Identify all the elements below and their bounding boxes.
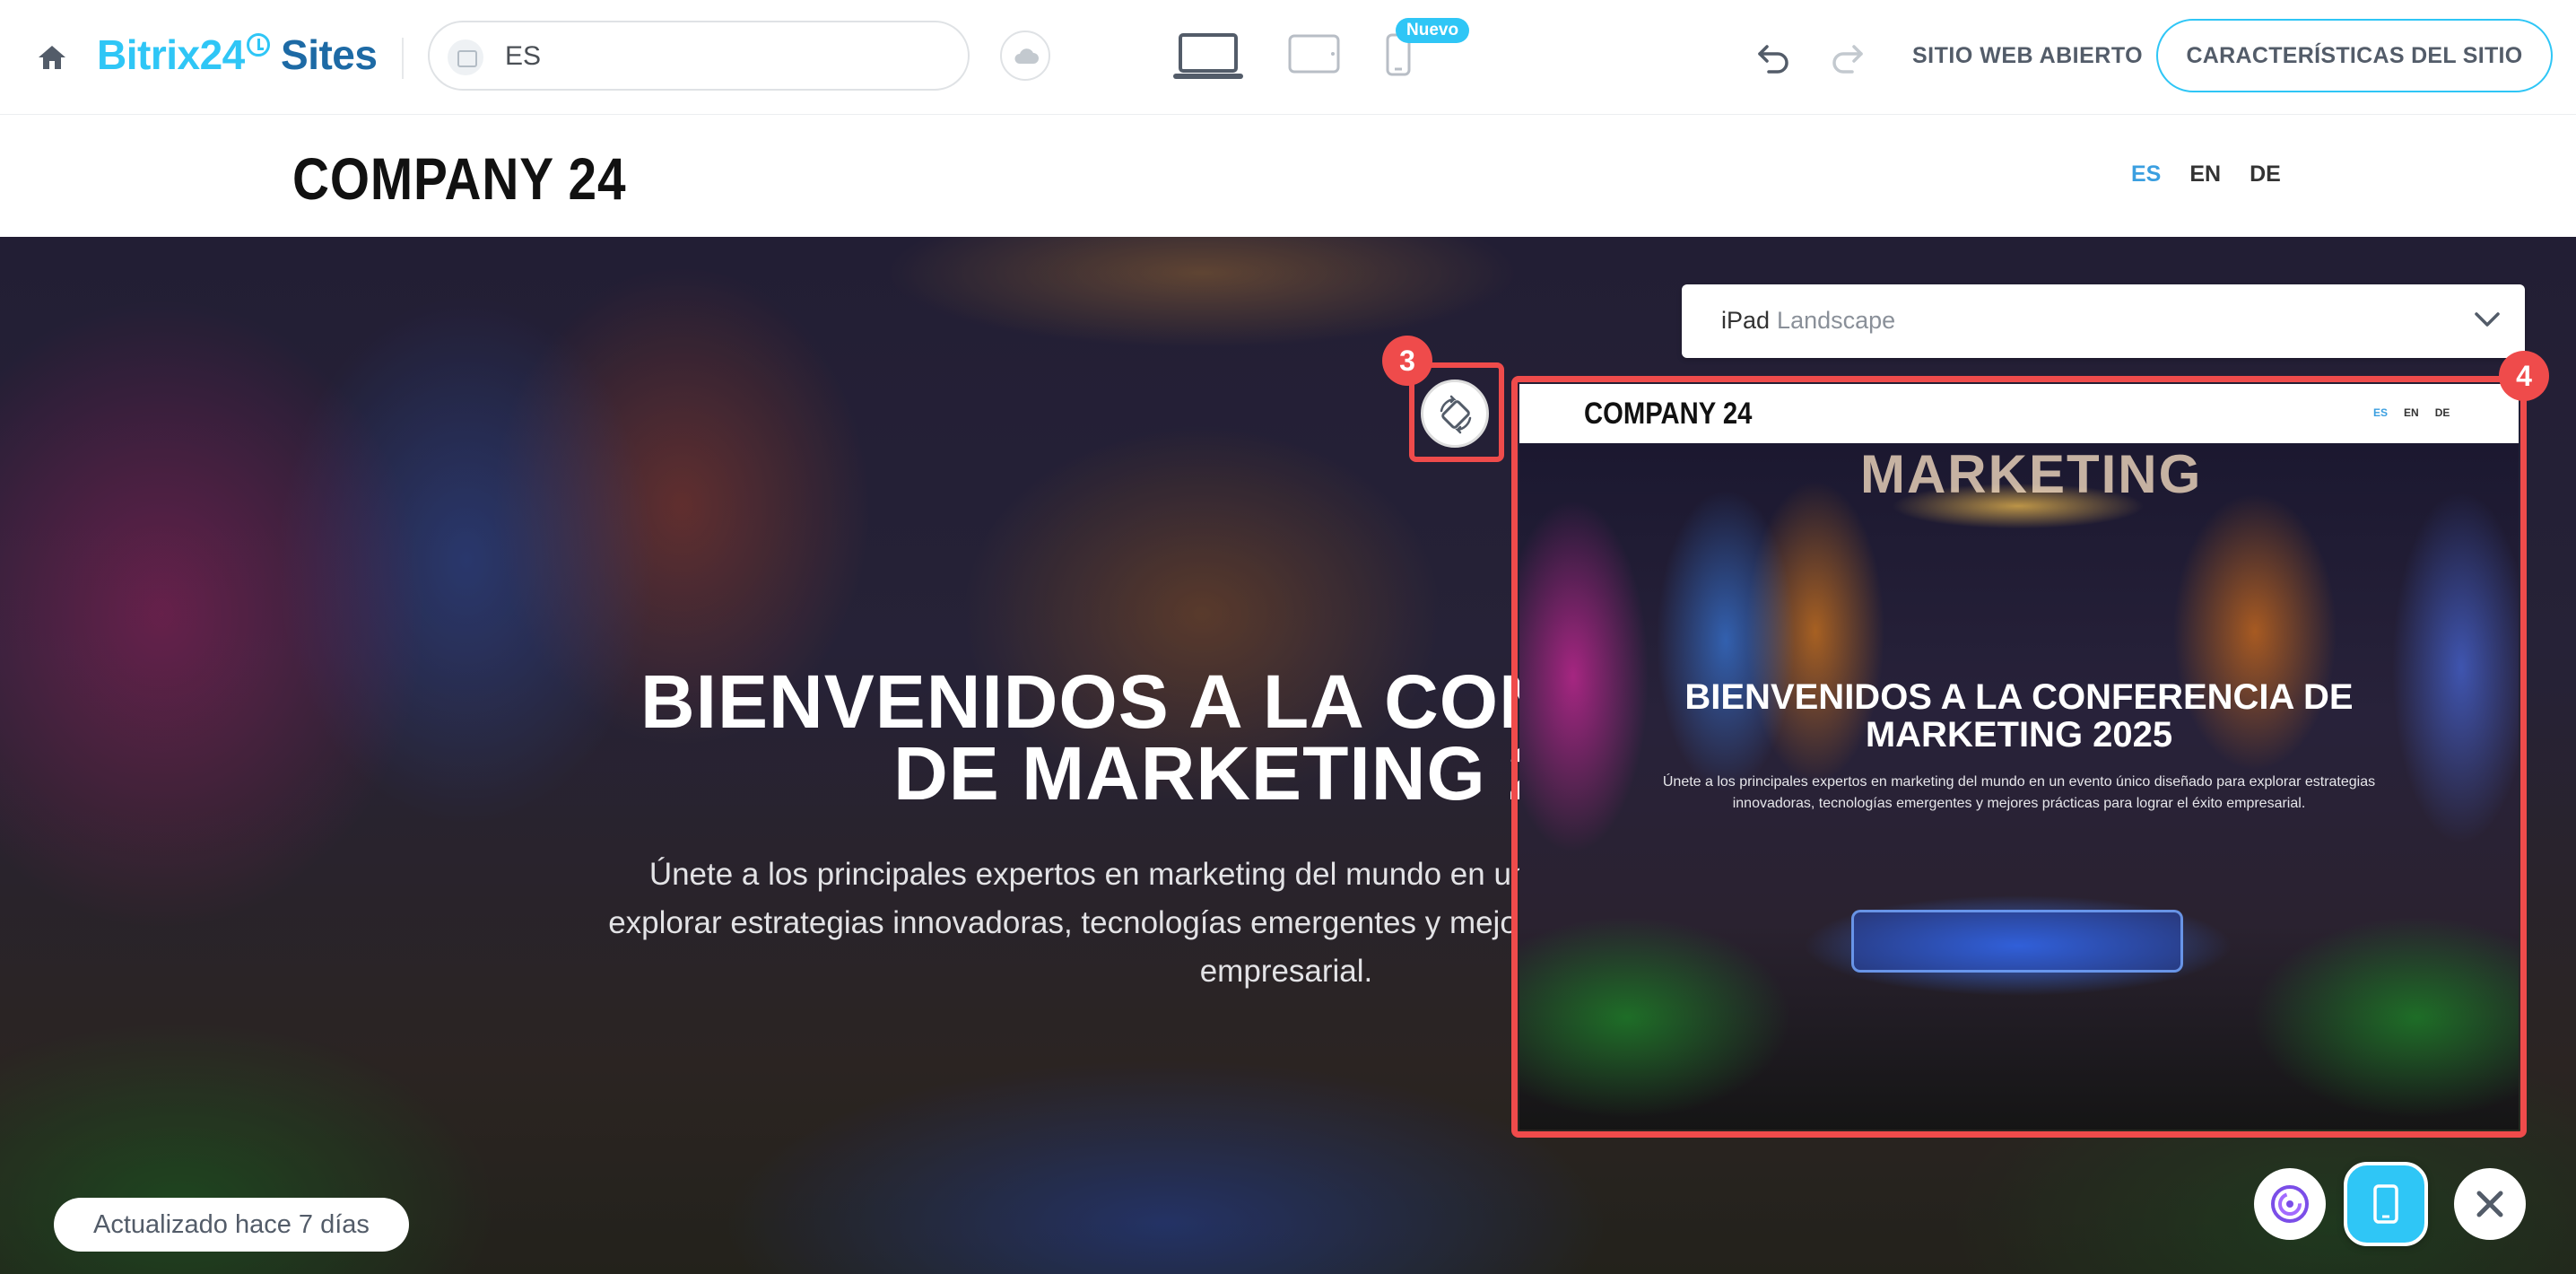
tablet-view-button[interactable] bbox=[1288, 34, 1340, 78]
site-header: COMPANY 24 ES EN DE bbox=[0, 116, 2576, 237]
rotate-icon bbox=[1440, 395, 1472, 434]
callout-number-3: 3 bbox=[1382, 336, 1432, 386]
bitrix24-sites-logo[interactable]: Bitrix24 Sites bbox=[97, 31, 378, 79]
new-badge: Nuevo bbox=[1396, 18, 1470, 43]
ai-swirl-icon bbox=[2271, 1185, 2309, 1223]
callout-preview-highlight bbox=[1511, 376, 2527, 1138]
redo-button[interactable] bbox=[1827, 38, 1867, 77]
device-select-dropdown[interactable]: iPad Landscape bbox=[1682, 284, 2525, 358]
lang-en[interactable]: EN bbox=[2189, 161, 2221, 188]
close-icon bbox=[2476, 1191, 2503, 1217]
logo-sites-text: Sites bbox=[281, 31, 378, 78]
page-selector[interactable] bbox=[428, 21, 970, 91]
redo-icon bbox=[1832, 45, 1863, 74]
logo-text: Bitrix24 bbox=[97, 31, 245, 78]
phone-icon bbox=[2373, 1184, 2398, 1224]
undo-button[interactable] bbox=[1754, 38, 1794, 77]
site-features-button[interactable]: CARACTERÍSTICAS DEL SITIO bbox=[2156, 19, 2553, 92]
rotate-device-button[interactable] bbox=[1421, 380, 1489, 448]
image-icon bbox=[448, 39, 483, 75]
home-icon bbox=[39, 46, 65, 69]
cloud-save-button[interactable] bbox=[1000, 31, 1050, 81]
laptop-icon bbox=[1173, 33, 1243, 79]
language-switcher: ES EN DE bbox=[2131, 161, 2281, 188]
callout-number-4: 4 bbox=[2499, 351, 2549, 401]
device-orientation: Landscape bbox=[1777, 307, 1896, 334]
device-select-label: iPad Landscape bbox=[1721, 307, 1895, 335]
desktop-view-button[interactable] bbox=[1173, 32, 1243, 85]
undo-icon bbox=[1758, 45, 1788, 74]
home-button[interactable] bbox=[34, 39, 70, 75]
clock-icon bbox=[246, 33, 270, 57]
cloud-icon bbox=[1014, 48, 1039, 64]
lang-de[interactable]: DE bbox=[2250, 161, 2281, 188]
ai-assistant-button[interactable] bbox=[2254, 1168, 2326, 1240]
editor-toolbar: Bitrix24 Sites Nuevo bbox=[0, 0, 2576, 115]
open-site-link[interactable]: SITIO WEB ABIERTO bbox=[1912, 43, 2143, 69]
mobile-preview-toggle[interactable] bbox=[2344, 1162, 2428, 1246]
chevron-down-icon bbox=[2475, 312, 2500, 327]
last-updated-label: Actualizado hace 7 días bbox=[54, 1198, 409, 1252]
device-name: iPad bbox=[1721, 307, 1771, 334]
lang-es[interactable]: ES bbox=[2131, 161, 2161, 188]
page-search-input[interactable] bbox=[505, 39, 936, 74]
close-preview-button[interactable] bbox=[2454, 1168, 2526, 1240]
company-logo[interactable]: COMPANY 24 bbox=[292, 144, 626, 213]
tablet-icon bbox=[1288, 34, 1340, 74]
toolbar-divider bbox=[402, 38, 404, 79]
